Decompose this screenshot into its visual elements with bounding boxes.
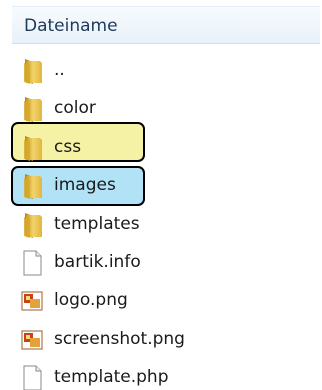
file-name: css [54, 136, 82, 157]
column-header-name[interactable]: Dateiname [12, 6, 320, 44]
list-item-parent[interactable]: .. [0, 52, 322, 90]
file-name: color [54, 98, 96, 119]
image-file-icon [20, 326, 44, 354]
file-name: .. [54, 60, 65, 80]
file-list-panel: Dateiname .. color css images templates … [0, 0, 322, 390]
folder-icon [20, 57, 44, 85]
list-item-images[interactable]: images [0, 167, 322, 205]
list-item-color[interactable]: color [0, 90, 322, 128]
list-item-css[interactable]: css [0, 129, 322, 167]
list-item-screenshot-png[interactable]: screenshot.png [0, 321, 322, 359]
file-name: templates [54, 213, 140, 234]
image-file-icon [20, 287, 44, 315]
list-item-logo-png[interactable]: logo.png [0, 282, 322, 320]
file-list: .. color css images templates bartik.inf… [0, 52, 322, 390]
file-name: screenshot.png [54, 328, 185, 349]
file-name: template.php [54, 367, 169, 388]
folder-icon [20, 172, 44, 200]
document-icon [20, 364, 44, 390]
file-name: bartik.info [54, 251, 141, 272]
column-header-label: Dateiname [24, 16, 118, 36]
folder-icon [20, 211, 44, 239]
file-name: images [54, 175, 116, 196]
list-item-templates[interactable]: templates [0, 206, 322, 244]
folder-icon [20, 95, 44, 123]
file-name: logo.png [54, 290, 128, 311]
folder-icon [20, 134, 44, 162]
document-icon [20, 249, 44, 277]
list-item-template-php[interactable]: template.php [0, 359, 322, 390]
list-item-bartik-info[interactable]: bartik.info [0, 244, 322, 282]
